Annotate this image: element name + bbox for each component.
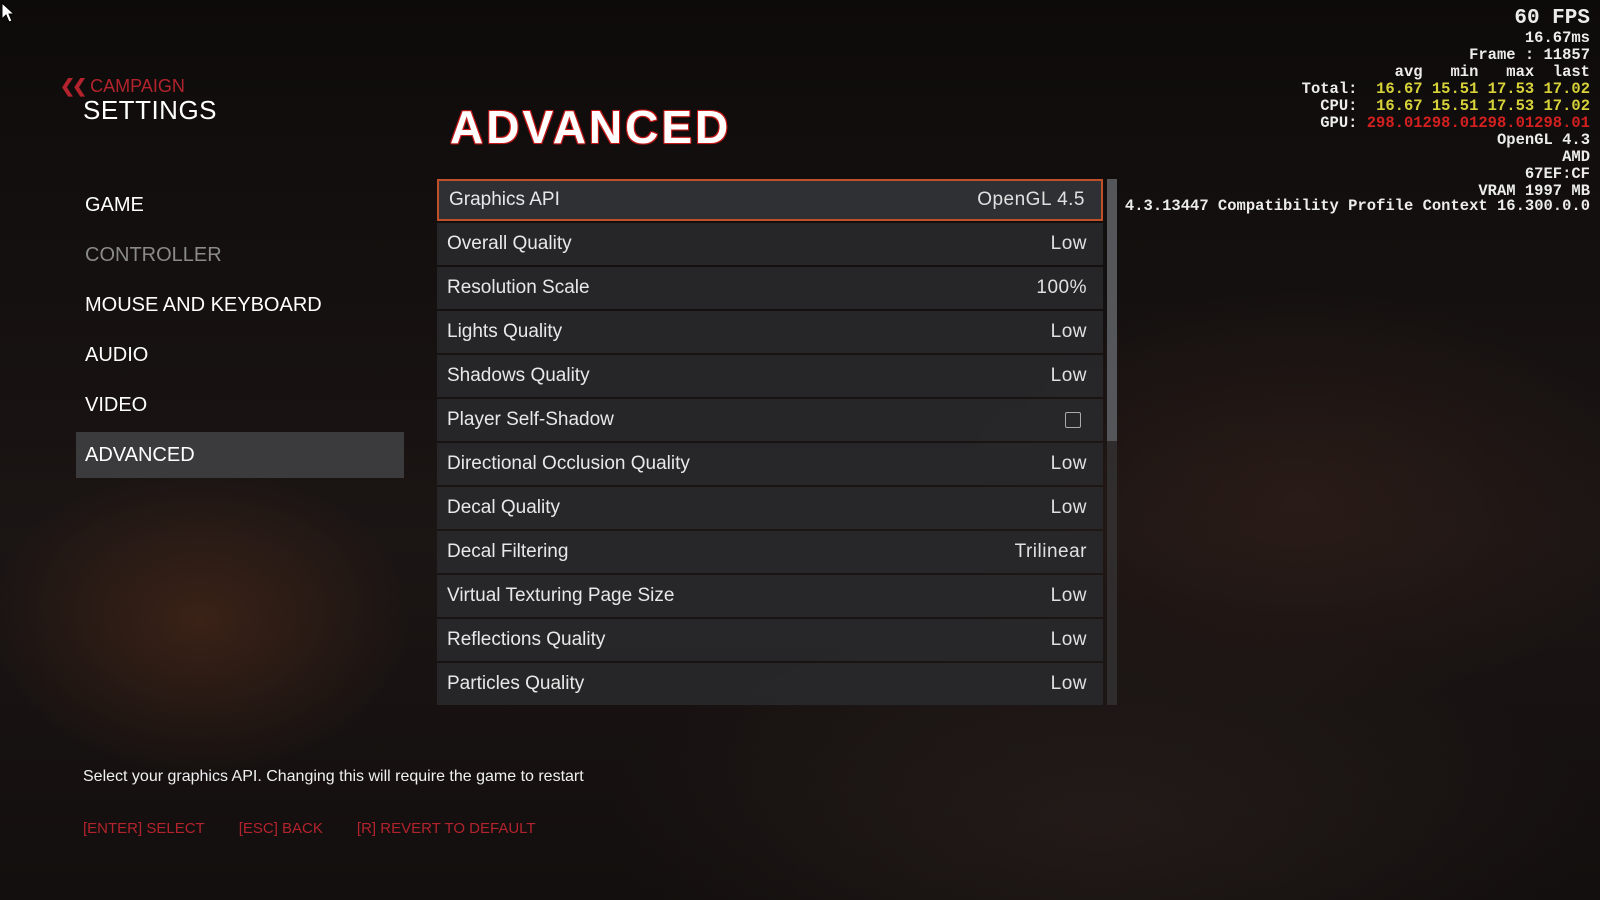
fps-counter: 60 FPS (1514, 7, 1590, 30)
nav-item-audio[interactable]: AUDIO (76, 330, 404, 380)
setting-label: Decal Filtering (447, 541, 569, 562)
setting-vt-page-size[interactable]: Virtual Texturing Page Size Low (437, 575, 1103, 617)
settings-heading: SETTINGS (83, 95, 218, 125)
scrollbar-thumb[interactable] (1107, 179, 1117, 441)
setting-lights-quality[interactable]: Lights Quality Low (437, 311, 1103, 353)
nav-item-advanced[interactable]: ADVANCED (76, 432, 404, 478)
gpu-label: GPU: (1320, 114, 1358, 132)
setting-label: Reflections Quality (447, 629, 606, 650)
setting-description: Select your graphics API. Changing this … (83, 768, 584, 785)
setting-value: Low (1050, 365, 1087, 386)
setting-value: OpenGL 4.5 (977, 189, 1085, 210)
nav-item-video[interactable]: VIDEO (76, 380, 404, 430)
settings-nav: GAME CONTROLLER MOUSE AND KEYBOARD AUDIO… (76, 180, 404, 478)
back-label: CAMPAIGN (90, 76, 185, 96)
setting-label: Lights Quality (447, 321, 563, 342)
double-chevron-left-icon: ❮❮ (60, 76, 87, 96)
back-to-campaign-button[interactable]: ❮❮ CAMPAIGN (60, 76, 185, 97)
setting-graphics-api[interactable]: Graphics API OpenGL 4.5 (437, 179, 1103, 221)
gpu-stats: GPU: 298.01298.01298.01298.01 (1302, 115, 1590, 132)
mouse-cursor-icon (1, 2, 14, 23)
cpu-values: 16.67 15.51 17.53 17.02 (1376, 97, 1590, 115)
setting-label: Player Self-Shadow (447, 409, 614, 430)
setting-shadows-quality[interactable]: Shadows Quality Low (437, 355, 1103, 397)
gl-context-string: 4.3.13447 Compatibility Profile Context … (1124, 197, 1590, 215)
page-title: ADVANCED (450, 101, 732, 153)
setting-overall-quality[interactable]: Overall Quality Low (437, 223, 1103, 265)
gpu-values: 298.01298.01298.01298.01 (1366, 114, 1590, 132)
nav-item-mouse-keyboard[interactable]: MOUSE AND KEYBOARD (76, 280, 404, 330)
setting-decal-filtering[interactable]: Decal Filtering Trilinear (437, 531, 1103, 573)
setting-label: Overall Quality (447, 233, 572, 254)
nav-item-controller[interactable]: CONTROLLER (76, 230, 404, 280)
setting-value: 100% (1036, 277, 1087, 298)
api-version: OpenGL 4.3 (1496, 131, 1590, 149)
performance-overlay: 60 FPS 16.67ms Frame : 11857 avg min max la… (1302, 8, 1590, 200)
cpu-stats: CPU: 16.67 15.51 17.53 17.02 (1302, 98, 1590, 115)
setting-value: Low (1050, 233, 1087, 254)
frametime: 16.67ms (1524, 29, 1590, 47)
nav-item-game[interactable]: GAME (76, 180, 404, 230)
total-label: Total: (1301, 80, 1358, 98)
setting-decal-quality[interactable]: Decal Quality Low (437, 487, 1103, 529)
setting-label: Shadows Quality (447, 365, 590, 386)
setting-value: Low (1050, 673, 1087, 694)
setting-value: Low (1050, 629, 1087, 650)
revert-default-hint[interactable]: [R] REVERT TO DEFAULT (357, 820, 536, 837)
setting-label: Particles Quality (447, 673, 585, 694)
esc-back-hint[interactable]: [ESC] BACK (239, 820, 323, 837)
setting-value: Low (1050, 585, 1087, 606)
setting-value: Low (1050, 453, 1087, 474)
setting-value: Trilinear (1014, 541, 1087, 562)
settings-list: Graphics API OpenGL 4.5 Overall Quality Lo… (437, 179, 1103, 707)
setting-label: Graphics API (449, 189, 560, 210)
setting-label: Resolution Scale (447, 277, 590, 298)
setting-resolution-scale[interactable]: Resolution Scale 100% (437, 267, 1103, 309)
setting-label: Virtual Texturing Page Size (447, 585, 675, 606)
gpu-vendor: AMD (1562, 148, 1590, 166)
total-values: 16.67 15.51 17.53 17.02 (1376, 80, 1590, 98)
stat-columns: avg min max last (1394, 63, 1590, 81)
setting-value: Low (1050, 321, 1087, 342)
total-stats: Total: 16.67 15.51 17.53 17.02 (1302, 81, 1590, 98)
settings-scrollbar[interactable] (1107, 179, 1117, 705)
frame-number: Frame : 11857 (1469, 46, 1590, 64)
enter-select-hint[interactable]: [ENTER] SELECT (83, 820, 205, 837)
setting-label: Decal Quality (447, 497, 560, 518)
cpu-label: CPU: (1320, 97, 1358, 115)
self-shadow-checkbox[interactable] (1065, 412, 1081, 428)
key-hints: [ENTER] SELECT [ESC] BACK [R] REVERT TO … (83, 820, 536, 837)
setting-particles-quality[interactable]: Particles Quality Low (437, 663, 1103, 705)
device-id: 67EF:CF (1524, 165, 1590, 183)
setting-label: Directional Occlusion Quality (447, 453, 690, 474)
setting-player-self-shadow[interactable]: Player Self-Shadow (437, 399, 1103, 441)
setting-directional-occlusion[interactable]: Directional Occlusion Quality Low (437, 443, 1103, 485)
setting-reflections-quality[interactable]: Reflections Quality Low (437, 619, 1103, 661)
setting-value: Low (1050, 497, 1087, 518)
